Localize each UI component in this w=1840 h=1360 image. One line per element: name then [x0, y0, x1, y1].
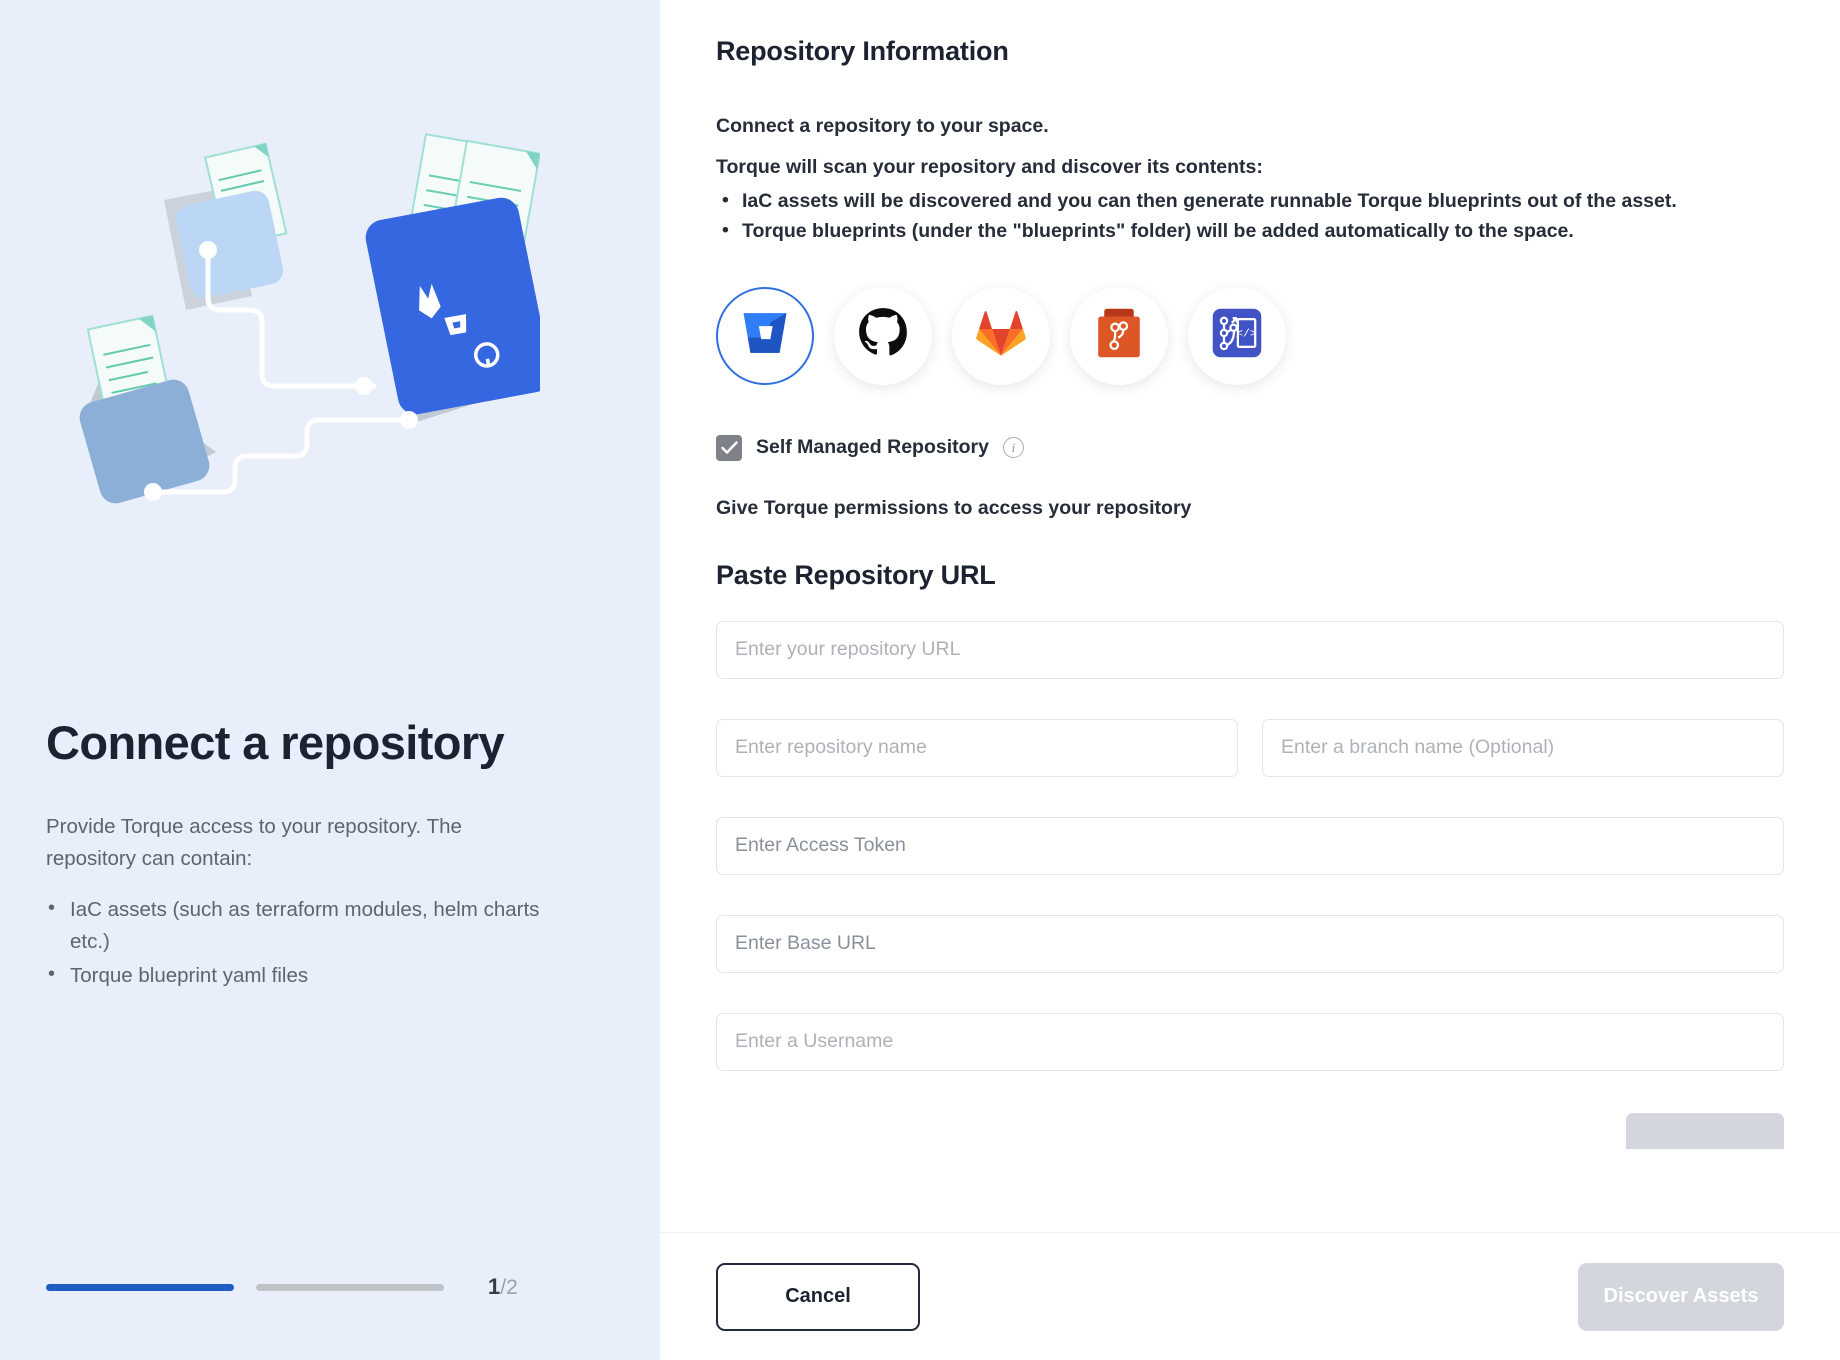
- info-icon[interactable]: i: [1002, 437, 1024, 459]
- bitbucket-icon: [740, 310, 790, 361]
- access-token-input[interactable]: [716, 816, 1784, 875]
- cancel-button[interactable]: Cancel: [716, 1262, 920, 1331]
- provider-option-bitbucket-server[interactable]: [1070, 286, 1168, 385]
- svg-text:</>: </>: [1236, 329, 1257, 341]
- left-panel-copy: Connect a repository Provide Torque acce…: [46, 716, 606, 994]
- branch-name-input[interactable]: [1262, 718, 1784, 777]
- repository-url-input[interactable]: [716, 620, 1784, 679]
- left-bullet-list: IaC assets (such as terraform modules, h…: [46, 893, 606, 992]
- page-title: Connect a repository: [46, 716, 505, 769]
- bitbucket-server-icon: [1096, 307, 1142, 364]
- github-icon: [857, 307, 909, 364]
- provider-selector: </>: [716, 286, 1784, 385]
- gitlab-icon: [975, 308, 1027, 363]
- paste-repository-url-title: Paste Repository URL: [716, 559, 996, 590]
- connect-repository-illustration: [40, 120, 552, 520]
- repository-name-input[interactable]: [716, 718, 1238, 777]
- page-counter-current: 1: [488, 1274, 501, 1299]
- wizard-left-panel: Connect a repository Provide Torque acce…: [0, 0, 660, 1360]
- repository-form-scroll-area[interactable]: Repository Information Connect a reposit…: [660, 0, 1840, 1232]
- wizard-progress: 1/2: [46, 1274, 566, 1300]
- clipped-button-row: [716, 1071, 1784, 1149]
- connect-lead-text: Connect a repository to your space.: [716, 115, 1049, 137]
- permissions-text: Give Torque permissions to access your r…: [716, 496, 1192, 519]
- self-managed-label: Self Managed Repository: [756, 436, 989, 459]
- connect-repository-wizard: Connect a repository Provide Torque acce…: [0, 0, 1840, 1360]
- list-item: Torque blueprint yaml files: [48, 959, 550, 992]
- list-item: IaC assets will be discovered and you ca…: [722, 186, 1784, 217]
- list-item: IaC assets (such as terraform modules, h…: [48, 893, 550, 958]
- provider-option-gitlab[interactable]: [952, 286, 1050, 385]
- base-url-input[interactable]: [716, 914, 1784, 973]
- section-title: Repository Information: [716, 36, 1009, 66]
- page-counter-total: /2: [500, 1276, 518, 1299]
- page-counter: 1/2: [488, 1274, 518, 1300]
- clipped-primary-button[interactable]: [1626, 1112, 1784, 1149]
- scan-description: Torque will scan your repository and dis…: [716, 156, 1263, 178]
- username-input[interactable]: [716, 1012, 1784, 1071]
- page-subtitle: Provide Torque access to your repository…: [46, 814, 462, 870]
- azure-devops-icon: </>: [1211, 307, 1263, 364]
- progress-step-2: [256, 1283, 444, 1291]
- progress-step-1: [46, 1283, 234, 1291]
- provider-option-bitbucket[interactable]: [716, 286, 814, 385]
- discover-assets-button[interactable]: Discover Assets: [1578, 1262, 1784, 1331]
- self-managed-row: Self Managed Repository i: [716, 434, 1784, 461]
- provider-option-azure-devops[interactable]: </>: [1188, 286, 1286, 385]
- repo-name-branch-row: [716, 718, 1784, 777]
- scan-bullet-list: IaC assets will be discovered and you ca…: [716, 186, 1784, 247]
- self-managed-checkbox[interactable]: [716, 434, 742, 461]
- list-item: Torque blueprints (under the "blueprints…: [722, 216, 1784, 247]
- wizard-action-bar: Cancel Discover Assets: [660, 1232, 1840, 1360]
- wizard-right-panel: Repository Information Connect a reposit…: [660, 0, 1840, 1360]
- provider-option-github[interactable]: [834, 286, 932, 385]
